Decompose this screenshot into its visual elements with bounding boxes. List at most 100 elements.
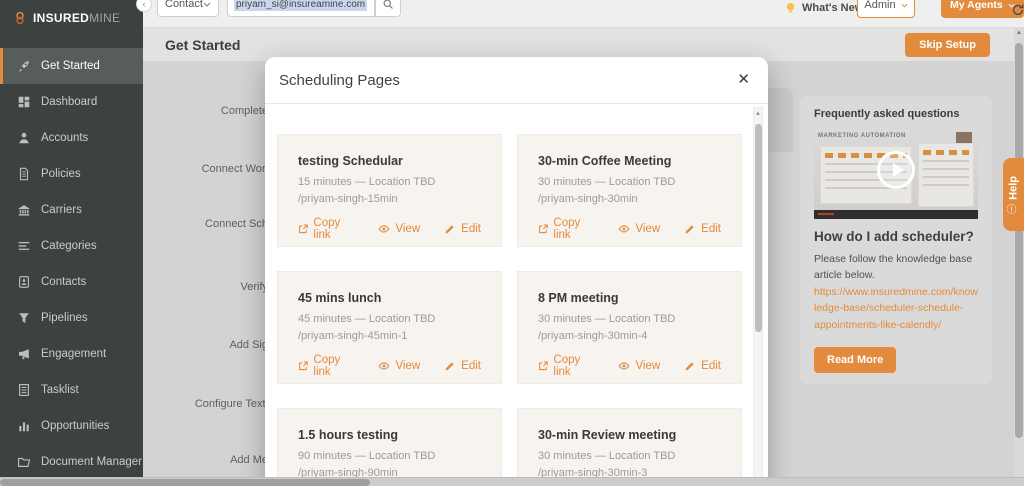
- page-scrollbar[interactable]: ▲: [1014, 28, 1024, 477]
- scheduling-card: 30-min Review meeting 30 minutes — Locat…: [517, 408, 742, 486]
- bg-step-label: Verify: [240, 281, 268, 293]
- sidebar-item-categories[interactable]: Categories: [0, 228, 143, 264]
- modal-scrollbar[interactable]: ▲ ▼: [753, 107, 763, 486]
- whats-new-label: What's New: [802, 2, 864, 14]
- sidebar-item-label: Tasklist: [41, 384, 79, 396]
- sidebar-item-tasklist[interactable]: Tasklist: [0, 372, 143, 408]
- contact-dropdown-label: Contact: [165, 0, 203, 10]
- sidebar-item-contacts[interactable]: Contacts: [0, 264, 143, 300]
- read-more-button[interactable]: Read More: [814, 346, 897, 373]
- edit-label: Edit: [701, 360, 721, 372]
- view-label: View: [395, 223, 421, 235]
- view-label: View: [635, 360, 661, 372]
- sidebar-item-dashboard[interactable]: Dashboard: [0, 84, 143, 120]
- admin-label: Admin: [864, 0, 896, 11]
- knowledge-base-link[interactable]: https://www.insuredmine.com/knowledge-ba…: [814, 284, 978, 334]
- view-button[interactable]: View: [378, 223, 420, 235]
- pencil-icon: [445, 225, 454, 234]
- brand-name-light: MINE: [89, 11, 121, 25]
- edit-button[interactable]: Edit: [684, 360, 721, 372]
- play-icon[interactable]: [877, 150, 915, 189]
- tasklist-icon: [19, 384, 29, 396]
- scheduling-card: 8 PM meeting 30 minutes — Location TBD /…: [517, 271, 742, 384]
- copy-link-icon: [299, 361, 308, 371]
- search-button[interactable]: [375, 0, 401, 17]
- horizontal-scrollbar[interactable]: [0, 477, 1024, 486]
- edit-button[interactable]: Edit: [444, 223, 481, 235]
- sidebar-item-label: Opportunities: [41, 420, 110, 432]
- view-button[interactable]: View: [378, 360, 420, 372]
- scheduling-card: 30-min Coffee Meeting 30 minutes — Locat…: [517, 134, 742, 247]
- page-scrollbar-thumb[interactable]: [1015, 43, 1023, 438]
- search-input[interactable]: priyam_si@insureamine.com: [227, 0, 375, 17]
- faq-video-thumbnail[interactable]: MARKETING AUTOMATION: [814, 130, 978, 219]
- rocket-icon: [19, 61, 29, 72]
- scheduling-card-slug: /priyam-singh-30min-4: [538, 330, 648, 342]
- sidebar-item-policies[interactable]: Policies: [0, 156, 143, 192]
- page-title: Get Started: [165, 37, 241, 53]
- bg-step-label: Configure Texti: [194, 398, 268, 410]
- admin-dropdown[interactable]: Admin: [857, 0, 915, 18]
- scheduling-card-title: 1.5 hours testing: [298, 428, 399, 442]
- background-card-edge: [765, 88, 793, 152]
- copy-link-button[interactable]: Copy link: [298, 217, 354, 241]
- refresh-icon[interactable]: [1011, 3, 1024, 17]
- edit-button[interactable]: Edit: [444, 360, 481, 372]
- bar-chart-icon: [19, 422, 29, 432]
- sidebar-item-opportunities[interactable]: Opportunities: [0, 408, 143, 444]
- horizontal-scrollbar-thumb[interactable]: [0, 479, 370, 486]
- bg-step-label: Connect Sch: [205, 218, 268, 230]
- video-title: MARKETING AUTOMATION: [818, 133, 906, 139]
- copy-link-icon: [539, 361, 548, 371]
- help-tab[interactable]: ⓘ Help: [1003, 158, 1024, 231]
- scheduling-card-meta: 30 minutes — Location TBD: [538, 313, 676, 325]
- sidebar-item-pipelines[interactable]: Pipelines: [0, 300, 143, 336]
- person-icon: [19, 132, 29, 144]
- sidebar-item-label: Document Manager: [41, 456, 142, 468]
- skip-setup-button[interactable]: Skip Setup: [905, 33, 990, 57]
- lightbulb-icon: [786, 3, 795, 13]
- scheduling-card-meta: 15 minutes — Location TBD: [298, 176, 436, 188]
- bg-step-label: Add Me: [230, 454, 268, 466]
- sidebar-item-label: Dashboard: [41, 96, 98, 108]
- video-controls-bar: [814, 210, 978, 219]
- whats-new-button[interactable]: What's New: [784, 1, 863, 15]
- eye-icon: [378, 225, 390, 233]
- view-button[interactable]: View: [618, 360, 660, 372]
- sidebar-item-label: Accounts: [41, 132, 89, 144]
- edit-label: Edit: [701, 223, 721, 235]
- modal-header: Scheduling Pages ✕: [265, 57, 768, 104]
- copy-link-button[interactable]: Copy link: [298, 354, 354, 378]
- sidebar-item-document-manager[interactable]: Document Manager: [0, 444, 143, 480]
- view-label: View: [395, 360, 421, 372]
- sidebar-item-accounts[interactable]: Accounts: [0, 120, 143, 156]
- sidebar-item-get-started[interactable]: Get Started: [0, 48, 143, 84]
- scheduling-card-title: 8 PM meeting: [538, 291, 619, 305]
- modal-title: Scheduling Pages: [279, 72, 400, 89]
- edit-button[interactable]: Edit: [684, 223, 721, 235]
- sidebar-item-carriers[interactable]: Carriers: [0, 192, 143, 228]
- scheduling-card-meta: 90 minutes — Location TBD: [298, 450, 436, 462]
- sidebar-item-label: Get Started: [41, 60, 100, 72]
- brand-name-bold: INSURED: [33, 11, 90, 25]
- copy-link-button[interactable]: Copy link: [538, 217, 594, 241]
- scheduling-card-meta: 45 minutes — Location TBD: [298, 313, 436, 325]
- app-window: Contact priyam_si@insureamine.com What's…: [0, 0, 1024, 486]
- contact-dropdown[interactable]: Contact: [157, 0, 219, 17]
- search-input-value: priyam_si@insureamine.com: [234, 0, 368, 11]
- pencil-icon: [445, 362, 454, 371]
- scheduling-card: testing Schedular 15 minutes — Location …: [277, 134, 502, 247]
- modal-scrollbar-thumb[interactable]: [754, 124, 762, 332]
- view-button[interactable]: View: [618, 223, 660, 235]
- faq-title: Frequently asked questions: [814, 108, 960, 120]
- contact-card-icon: [19, 276, 29, 288]
- close-icon[interactable]: ✕: [737, 70, 750, 88]
- sidebar-item-label: Engagement: [41, 348, 107, 360]
- copy-link-label: Copy link: [313, 217, 341, 241]
- eye-icon: [618, 362, 630, 370]
- faq-body-text: Please follow the knowledge base article…: [814, 253, 973, 282]
- list-icon: [18, 241, 30, 250]
- folder-icon: [18, 457, 31, 467]
- copy-link-button[interactable]: Copy link: [538, 354, 594, 378]
- sidebar-item-engagement[interactable]: Engagement: [0, 336, 143, 372]
